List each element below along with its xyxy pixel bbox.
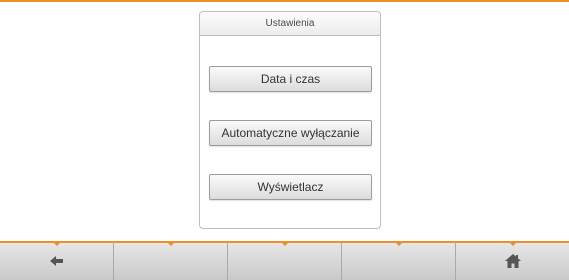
nav-slot-4[interactable] — [342, 242, 456, 280]
nav-divider-tick — [166, 242, 175, 246]
nav-divider-tick — [394, 242, 403, 246]
back-arrow-icon — [49, 256, 64, 266]
nav-divider-tick — [508, 242, 517, 246]
auto-shutdown-button[interactable]: Automatyczne wyłączanie — [209, 120, 372, 146]
top-accent-bar — [0, 0, 569, 2]
nav-slot-2[interactable] — [114, 242, 228, 280]
home-icon — [504, 254, 521, 268]
bottom-nav-bar — [0, 241, 569, 280]
nav-back-button[interactable] — [0, 242, 114, 280]
nav-divider-tick — [280, 242, 289, 246]
nav-slot-3[interactable] — [228, 242, 342, 280]
settings-panel: Ustawienia Data i czas Automatyczne wyłą… — [199, 11, 381, 229]
nav-home-button[interactable] — [456, 242, 569, 280]
nav-divider-tick — [52, 242, 61, 246]
display-button[interactable]: Wyświetlacz — [209, 174, 372, 200]
date-time-button[interactable]: Data i czas — [209, 66, 372, 92]
panel-title: Ustawienia — [200, 12, 380, 36]
